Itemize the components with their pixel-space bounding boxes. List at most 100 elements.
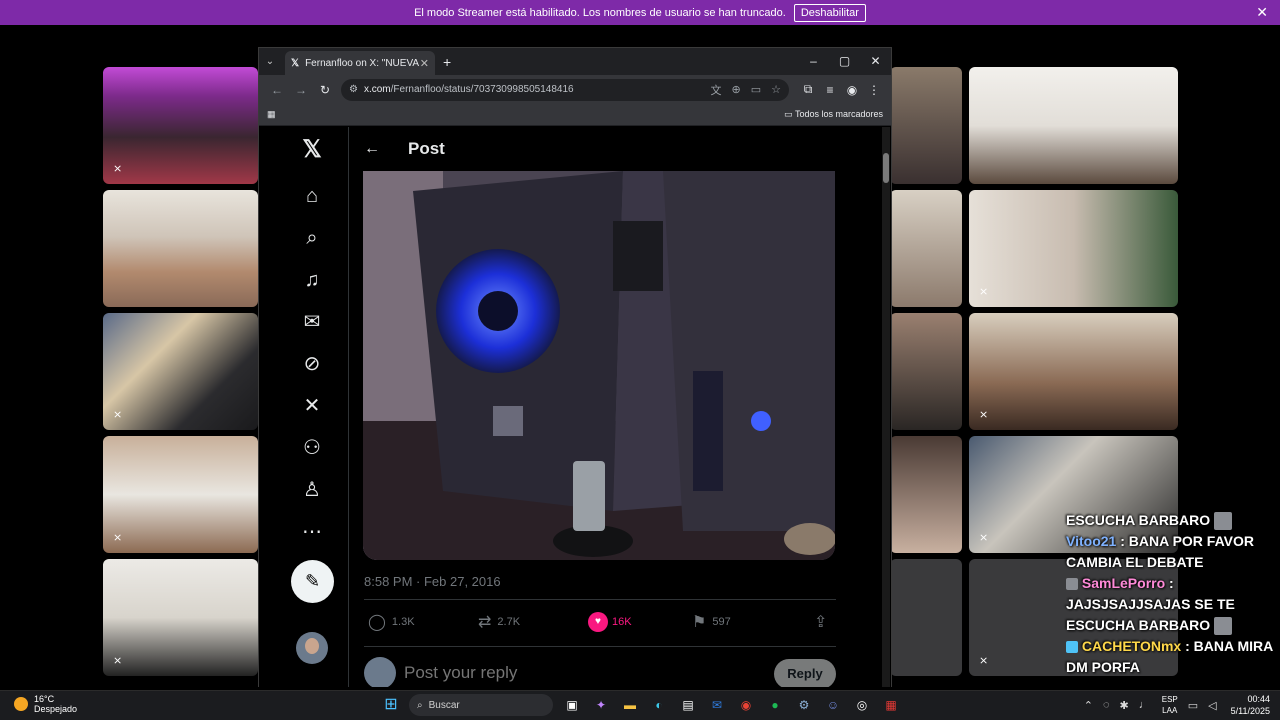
video-tile[interactable]: ⨯ [969, 313, 1178, 430]
app-icon[interactable]: ▦ [880, 694, 902, 716]
site-info-icon[interactable]: ⚙ [349, 84, 358, 95]
reply-composer: Reply [364, 657, 836, 687]
video-tile[interactable] [890, 559, 962, 676]
extensions-icon[interactable]: ⧉ [797, 82, 819, 97]
post-timestamp[interactable]: 8:58 PM · Feb 27, 2016 [364, 574, 501, 589]
new-tab-icon[interactable]: + [443, 54, 451, 70]
video-tile[interactable] [103, 190, 258, 307]
weather-widget[interactable]: 16°C Despejado [14, 694, 77, 714]
translate-icon[interactable]: 文 [711, 82, 722, 98]
tab-active[interactable]: 𝕏 Fernanfloo on X: "NUEVA PC 😢 ✕ [285, 51, 435, 75]
spotify-icon[interactable]: ● [764, 694, 786, 716]
install-app-icon[interactable]: ▭ [751, 83, 761, 96]
messages-icon[interactable]: ✉ [299, 309, 325, 335]
maximize-icon[interactable]: ▢ [829, 48, 860, 75]
close-icon[interactable]: ✕ [1256, 4, 1268, 21]
file-explorer-icon[interactable]: ▬ [619, 694, 641, 716]
menu-icon[interactable]: ⋮ [863, 83, 885, 97]
outlook-icon[interactable]: ✉ [706, 694, 728, 716]
communities-icon[interactable]: ⚇ [299, 435, 325, 461]
all-bookmarks-folder[interactable]: ▭ Todos los marcadores [784, 109, 883, 120]
tab-search-icon[interactable]: ⌄ [259, 56, 281, 67]
video-tile[interactable] [890, 313, 962, 430]
tab-strip: ⌄ 𝕏 Fernanfloo on X: "NUEVA PC 😢 ✕ + – ▢… [259, 48, 891, 75]
minimize-icon[interactable]: – [798, 48, 829, 75]
reload-icon[interactable]: ↻ [313, 83, 337, 97]
repost-count: 2.7K [497, 616, 521, 628]
share-action[interactable]: ⇪ [814, 612, 833, 632]
tab-close-icon[interactable]: ✕ [420, 57, 429, 70]
volume-icon[interactable]: ◁ [1208, 699, 1216, 712]
zoom-icon[interactable]: ⊕ [732, 83, 741, 96]
profile-icon[interactable]: ◉ [841, 83, 863, 97]
obs-icon[interactable]: ◎ [851, 694, 873, 716]
discord-icon[interactable]: ☺ [822, 694, 844, 716]
video-tile[interactable]: ⨯ [103, 67, 258, 184]
stream-chat-overlay: ESCUCHA BARBARO Vitoo21 : BANA POR FAVOR… [1066, 510, 1280, 678]
reply-action[interactable]: ◯ 1.3K [368, 612, 415, 632]
x-logo-icon[interactable]: 𝕏 [299, 137, 325, 163]
search-icon[interactable]: ⌕ [299, 225, 325, 251]
home-icon[interactable]: ⌂ [299, 183, 325, 209]
chat-username: SamLePorro [1081, 575, 1166, 591]
scrollbar[interactable] [882, 127, 890, 687]
compose-post-button[interactable]: ✎ [291, 560, 334, 603]
steam-icon[interactable]: ⚙ [793, 694, 815, 716]
video-tile[interactable]: ⨯ [969, 190, 1178, 307]
system-tray: ⌃ ◌ ✱ ♩ ESP LAA ▭ ◁ 00:44 5/11/2025 [1074, 693, 1270, 717]
chat-text: ESCUCHA BARBARO [1066, 512, 1211, 528]
profile-icon[interactable]: ♙ [299, 477, 325, 503]
bookmark-action[interactable]: ⚑ 597 [692, 612, 731, 632]
video-tile[interactable]: ⨯ [103, 313, 258, 430]
video-tile[interactable] [890, 190, 962, 307]
forward-icon[interactable]: → [289, 83, 313, 97]
task-view-icon[interactable]: ▣ [561, 694, 583, 716]
windows-taskbar: 16°C Despejado ⊞ ⌕ Buscar ▣ ✦ ▬ ◐ ▤ ✉ ◉ … [0, 690, 1280, 720]
grok-icon[interactable]: ⊘ [299, 351, 325, 377]
clock[interactable]: 00:44 5/11/2025 [1231, 693, 1270, 717]
network-icon[interactable]: ▭ [1188, 699, 1198, 712]
more-icon[interactable]: ⋯ [299, 519, 325, 545]
video-tile[interactable] [890, 436, 962, 553]
video-tile[interactable]: ⨯ [103, 559, 258, 676]
edge-icon[interactable]: ◐ [648, 694, 670, 716]
url-input[interactable]: ⚙ x.com/Fernanfloo/status/70373099850514… [341, 78, 789, 101]
taskbar-apps: ⊞ ⌕ Buscar ▣ ✦ ▬ ◐ ▤ ✉ ◉ ● ⚙ ☺ ◎ ▦ [380, 694, 909, 716]
avatar[interactable] [296, 632, 328, 664]
window-close-icon[interactable]: ✕ [860, 48, 891, 75]
premium-x-icon[interactable]: ✕ [299, 393, 325, 419]
back-arrow-icon[interactable]: ← [364, 140, 384, 158]
mic-icon[interactable]: ♩ [1139, 699, 1150, 711]
back-icon[interactable]: ← [265, 83, 289, 97]
badge-icon [1066, 641, 1078, 654]
reply-input[interactable] [404, 663, 704, 683]
media-icon[interactable]: ≡ [819, 83, 841, 97]
bluetooth-icon[interactable]: ✱ [1120, 699, 1129, 712]
video-tile[interactable] [890, 67, 962, 184]
scrollbar-thumb[interactable] [883, 153, 889, 183]
clock-time: 00:44 [1247, 694, 1270, 704]
x-favicon-icon: 𝕏 [291, 57, 300, 69]
video-tile[interactable] [969, 67, 1178, 184]
language-indicator[interactable]: ESP LAA [1162, 694, 1178, 716]
notifications-icon[interactable]: ♫ [299, 267, 325, 293]
x-page: 𝕏 ⌂ ⌕ ♫ ✉ ⊘ ✕ ⚇ ♙ ⋯ ✎ ← Post 8:58 PM · F… [259, 127, 891, 687]
apps-grid-icon[interactable]: ▦ [267, 109, 276, 120]
chevron-up-icon[interactable]: ⌃ [1084, 699, 1093, 712]
store-icon[interactable]: ▤ [677, 694, 699, 716]
repost-action[interactable]: ⇄ 2.7K [478, 612, 520, 632]
heart-icon: ♥ [588, 612, 608, 632]
app-tray-icon[interactable]: ◌ [1103, 699, 1110, 711]
post-photo[interactable] [363, 171, 835, 560]
video-tile[interactable]: ⨯ [103, 436, 258, 553]
taskbar-search[interactable]: ⌕ Buscar [409, 694, 553, 716]
disable-streamer-button[interactable]: Deshabilitar [793, 3, 866, 22]
copilot-icon[interactable]: ✦ [590, 694, 612, 716]
chrome-icon[interactable]: ◉ [735, 694, 757, 716]
chat-username: Vitoo21 [1066, 533, 1117, 549]
start-icon[interactable]: ⊞ [380, 694, 402, 716]
reply-button[interactable]: Reply [774, 659, 836, 687]
bookmark-star-icon[interactable]: ☆ [771, 83, 781, 96]
sun-icon [14, 697, 28, 711]
like-action[interactable]: ♥ 16K [588, 612, 632, 632]
